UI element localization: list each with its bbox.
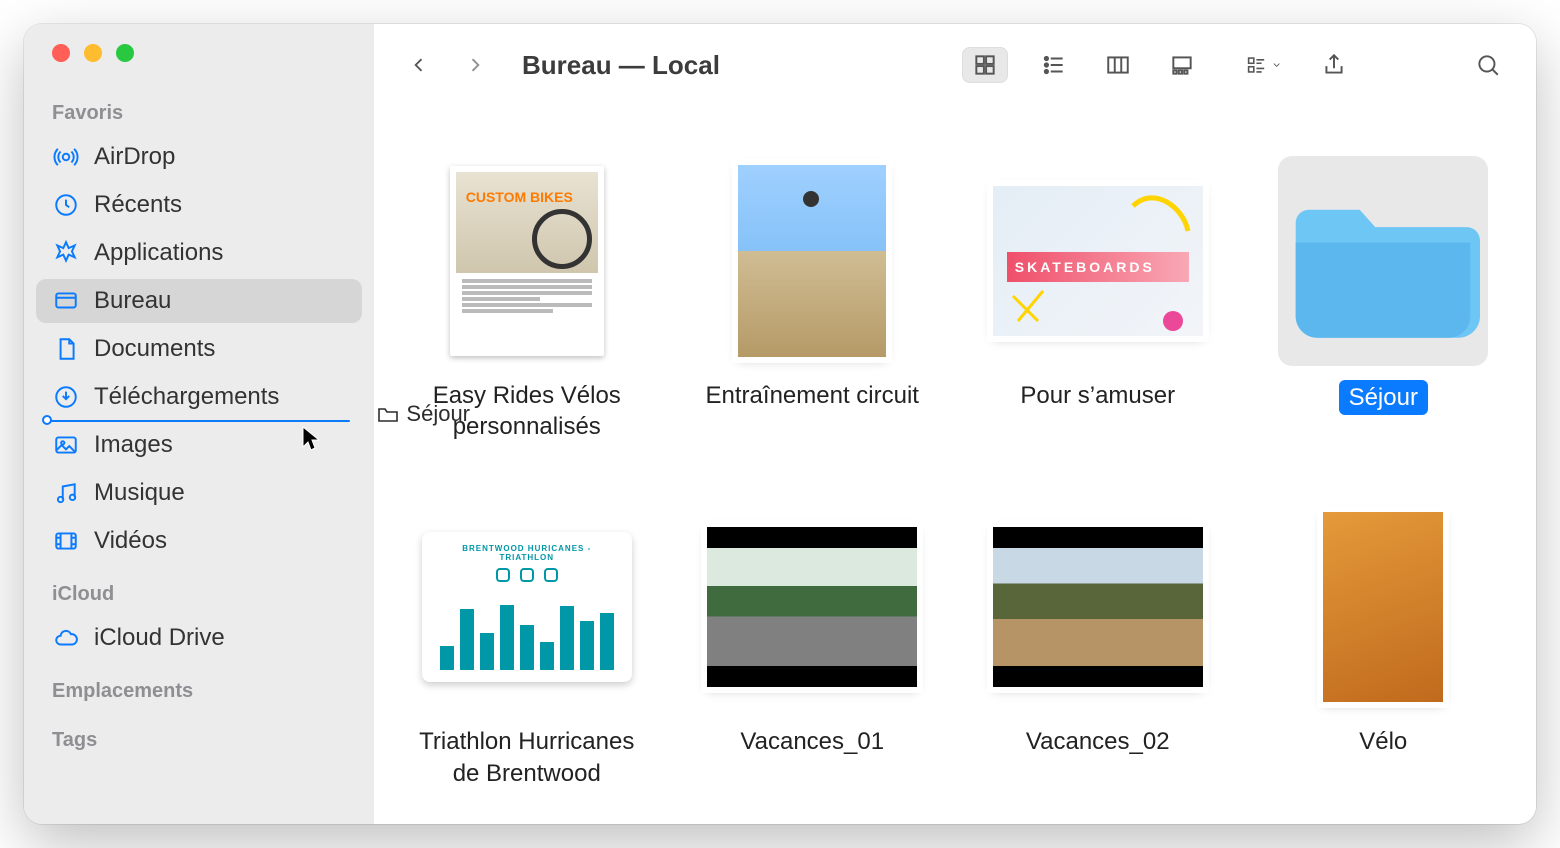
folder-icon bbox=[376, 402, 400, 426]
window-controls bbox=[24, 44, 374, 84]
content-area[interactable]: Easy Rides Vélos personnalisés Entraînem… bbox=[374, 106, 1536, 824]
column-view-button[interactable] bbox=[1100, 47, 1136, 83]
airdrop-icon bbox=[52, 143, 80, 171]
sidebar-item-label: Vidéos bbox=[94, 527, 167, 555]
file-label: Pour s’amuser bbox=[1020, 380, 1175, 411]
back-button[interactable] bbox=[404, 50, 434, 80]
video-thumbnail bbox=[993, 527, 1203, 687]
folder-icon bbox=[1286, 187, 1480, 342]
slide-thumbnail: BRENTWOOD HURICANES - TRIATHLON bbox=[422, 532, 632, 682]
share-button[interactable] bbox=[1316, 47, 1352, 83]
file-item[interactable]: Entraînement circuit bbox=[690, 156, 936, 442]
sidebar-item-telechargements[interactable]: Téléchargements bbox=[36, 375, 362, 419]
file-label: Séjour bbox=[1339, 380, 1428, 415]
sidebar-item-documents[interactable]: Documents bbox=[36, 327, 362, 371]
sidebar-item-label: AirDrop bbox=[94, 143, 175, 171]
section-favoris: Favoris bbox=[24, 84, 374, 133]
file-item[interactable]: Vélo bbox=[1261, 502, 1507, 788]
photo-thumbnail bbox=[738, 165, 886, 357]
list-view-button[interactable] bbox=[1036, 47, 1072, 83]
sidebar-item-label: Applications bbox=[94, 239, 223, 267]
zoom-window-button[interactable] bbox=[116, 44, 134, 62]
file-label: Vacances_02 bbox=[1026, 726, 1170, 757]
sidebar: Favoris AirDrop Récents Applications Bur… bbox=[24, 24, 374, 824]
drag-ghost: Séjour bbox=[376, 401, 470, 427]
file-label: Entraînement circuit bbox=[706, 380, 919, 411]
cloud-icon bbox=[52, 624, 80, 652]
icon-view-button[interactable] bbox=[962, 47, 1008, 83]
finder-window: Favoris AirDrop Récents Applications Bur… bbox=[24, 24, 1536, 824]
sidebar-item-label: Téléchargements bbox=[94, 383, 279, 411]
sidebar-item-airdrop[interactable]: AirDrop bbox=[36, 135, 362, 179]
desktop-icon bbox=[52, 287, 80, 315]
close-window-button[interactable] bbox=[52, 44, 70, 62]
folder-item[interactable]: Séjour bbox=[1261, 156, 1507, 442]
appstore-icon bbox=[52, 239, 80, 267]
file-label: Vacances_01 bbox=[740, 726, 884, 757]
file-item[interactable]: Easy Rides Vélos personnalisés bbox=[404, 156, 650, 442]
gallery-view-button[interactable] bbox=[1164, 47, 1200, 83]
video-icon bbox=[52, 527, 80, 555]
sidebar-item-label: Images bbox=[94, 431, 173, 459]
file-label: Vélo bbox=[1359, 726, 1407, 757]
cursor-icon bbox=[301, 425, 321, 453]
sidebar-item-iclouddrive[interactable]: iCloud Drive bbox=[36, 616, 362, 660]
search-button[interactable] bbox=[1470, 47, 1506, 83]
download-icon bbox=[52, 383, 80, 411]
clock-icon bbox=[52, 191, 80, 219]
sidebar-item-label: Bureau bbox=[94, 287, 171, 315]
sidebar-item-musique[interactable]: Musique bbox=[36, 471, 362, 515]
drop-indicator bbox=[48, 420, 350, 422]
music-icon bbox=[52, 479, 80, 507]
file-item[interactable]: Vacances_02 bbox=[975, 502, 1221, 788]
sidebar-item-label: Musique bbox=[94, 479, 185, 507]
sidebar-item-videos[interactable]: Vidéos bbox=[36, 519, 362, 563]
section-icloud: iCloud bbox=[24, 565, 374, 614]
group-button[interactable] bbox=[1246, 47, 1282, 83]
sidebar-item-label: Récents bbox=[94, 191, 182, 219]
sidebar-item-label: Documents bbox=[94, 335, 215, 363]
window-title: Bureau — Local bbox=[522, 50, 720, 81]
section-emplacements: Emplacements bbox=[24, 662, 374, 711]
document-icon bbox=[52, 335, 80, 363]
main-pane: Bureau — Local bbox=[374, 24, 1536, 824]
file-item[interactable]: SKATEBOARDS Pour s’amuser bbox=[975, 156, 1221, 442]
photo-thumbnail: SKATEBOARDS bbox=[993, 186, 1203, 336]
document-thumbnail bbox=[450, 166, 604, 356]
sidebar-item-label: iCloud Drive bbox=[94, 624, 225, 652]
minimize-window-button[interactable] bbox=[84, 44, 102, 62]
section-tags: Tags bbox=[24, 711, 374, 760]
file-item[interactable]: Vacances_01 bbox=[690, 502, 936, 788]
file-label: Triathlon Hurricanes de Brentwood bbox=[404, 726, 650, 788]
view-switcher bbox=[962, 47, 1200, 83]
file-item[interactable]: BRENTWOOD HURICANES - TRIATHLON Triathlo… bbox=[404, 502, 650, 788]
sidebar-item-applications[interactable]: Applications bbox=[36, 231, 362, 275]
forward-button[interactable] bbox=[460, 50, 490, 80]
photo-thumbnail bbox=[1323, 512, 1443, 702]
toolbar: Bureau — Local bbox=[374, 24, 1536, 106]
sidebar-item-recents[interactable]: Récents bbox=[36, 183, 362, 227]
video-thumbnail bbox=[707, 527, 917, 687]
drag-ghost-label: Séjour bbox=[406, 401, 470, 427]
sidebar-item-bureau[interactable]: Bureau bbox=[36, 279, 362, 323]
image-icon bbox=[52, 431, 80, 459]
